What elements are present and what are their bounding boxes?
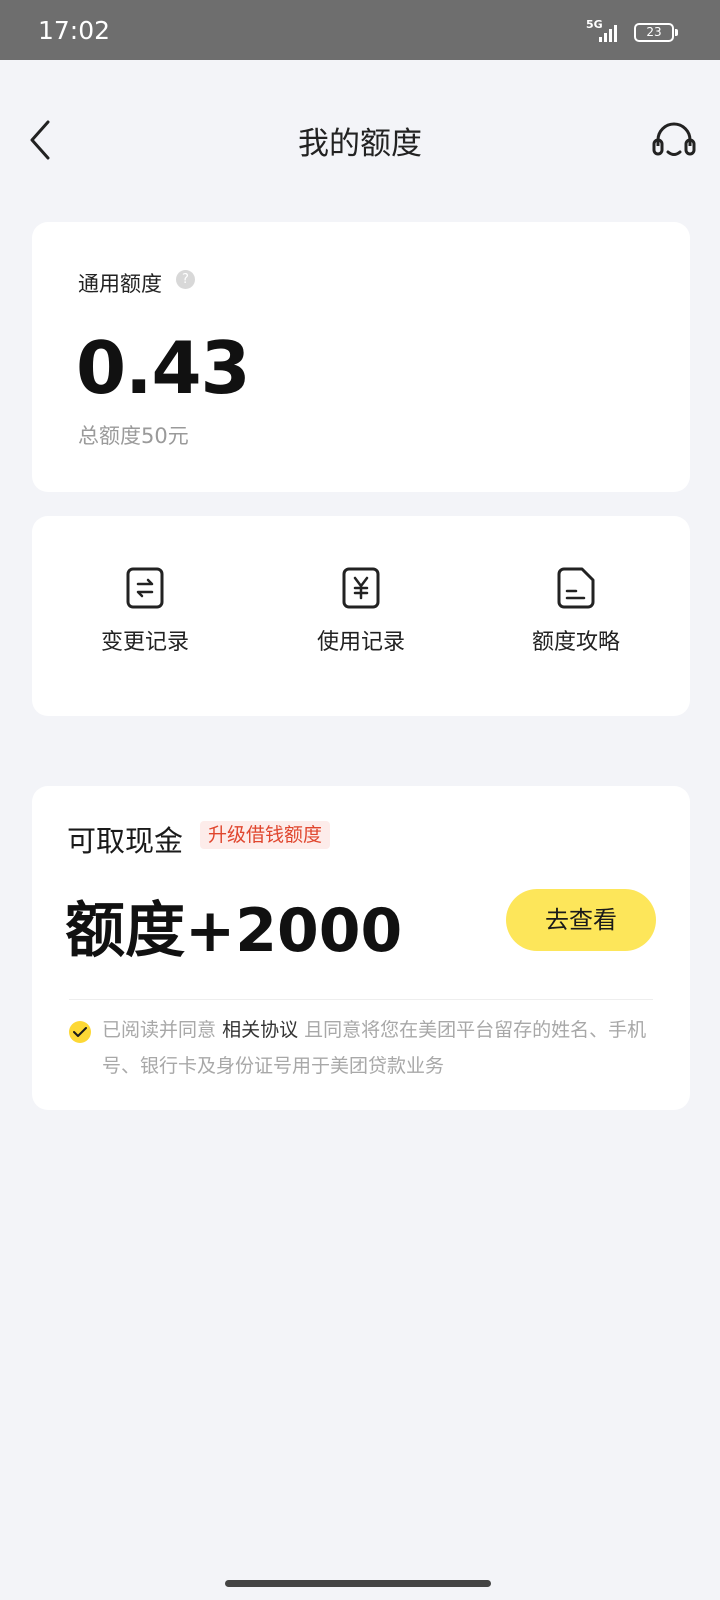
action-label: 变更记录: [100, 630, 189, 655]
exchange-document-icon: [126, 567, 164, 609]
action-label: 使用记录: [316, 630, 405, 655]
upgrade-tag: 升级借钱额度: [200, 821, 331, 849]
headset-icon: [652, 122, 696, 156]
divider: [69, 999, 653, 1000]
quick-actions-card: 变更记录 使用记录 额度攻略: [32, 516, 690, 716]
signal-icon: 5G: [586, 18, 626, 44]
agreement-prefix: 已阅读并同意: [102, 1019, 217, 1041]
home-indicator[interactable]: [225, 1580, 491, 1587]
quota-value: 0.43: [76, 326, 251, 410]
battery-level: 23: [646, 25, 662, 39]
help-icon[interactable]: ?: [176, 270, 195, 289]
status-bar: 17:02 5G 23: [0, 0, 720, 60]
agreement-text: 已阅读并同意 相关协议 且同意将您在美团平台留存的姓名、手机号、银行卡及身份证号…: [102, 1012, 662, 1084]
cash-title: 可取现金: [67, 824, 184, 858]
view-button[interactable]: 去查看: [506, 889, 656, 951]
battery-icon: 23: [634, 23, 678, 42]
agreement-checkbox[interactable]: [69, 1021, 91, 1043]
nav-bar: 我的额度: [0, 60, 720, 220]
text-document-icon: [557, 567, 595, 609]
page-title: 我的额度: [298, 126, 422, 162]
yuan-document-icon: [342, 567, 380, 609]
quota-guide-button[interactable]: 额度攻略: [476, 566, 676, 676]
change-records-button[interactable]: 变更记录: [45, 566, 245, 676]
cash-quota-card: 可取现金 升级借钱额度 额度+2000 去查看 已阅读并同意 相关协议 且同意将…: [32, 786, 690, 1110]
quota-label: 通用额度: [78, 272, 162, 296]
customer-service-button[interactable]: [650, 118, 698, 166]
general-quota-card: 通用额度 ? 0.43 总额度50元: [32, 222, 690, 492]
agreement-link[interactable]: 相关协议: [222, 1019, 298, 1041]
cash-amount: 额度+2000: [65, 896, 403, 966]
quota-total: 总额度50元: [78, 424, 189, 448]
action-label: 额度攻略: [531, 630, 620, 655]
status-time: 17:02: [38, 16, 111, 45]
check-icon: [73, 1027, 87, 1037]
usage-records-button[interactable]: 使用记录: [261, 566, 461, 676]
